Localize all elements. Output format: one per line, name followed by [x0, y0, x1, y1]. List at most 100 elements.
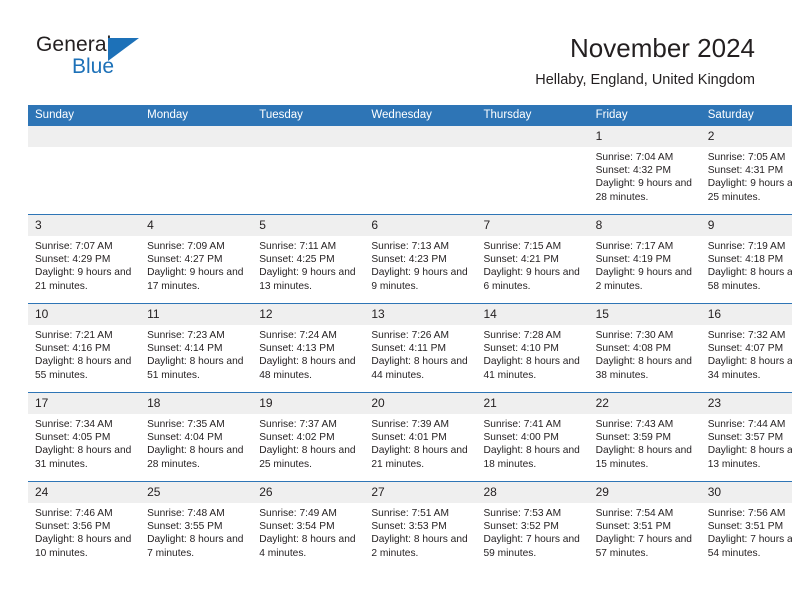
calendar-day-cell[interactable]: 30 Sunrise: 7:56 AM Sunset: 3:51 PM Dayligh…: [700, 481, 792, 570]
day-number: 23: [700, 393, 792, 414]
day-number: [252, 126, 365, 147]
calendar-day-cell[interactable]: 15 Sunrise: 7:30 AM Sunset: 4:08 PM Dayligh…: [588, 303, 701, 393]
day-cell-inner: 6 Sunrise: 7:13 AM Sunset: 4:23 PM Daylight…: [364, 215, 477, 303]
day-sun-info: Sunrise: 7:09 AM Sunset: 4:27 PM Daylight:…: [140, 236, 252, 293]
calendar-day-cell[interactable]: 17 Sunrise: 7:34 AM Sunset: 4:05 PM Dayligh…: [28, 392, 141, 482]
day-number: 13: [364, 304, 477, 325]
day-number: 21: [476, 393, 589, 414]
calendar-day-cell[interactable]: 16 Sunrise: 7:32 AM Sunset: 4:07 PM Dayligh…: [700, 303, 792, 393]
calendar-day-cell[interactable]: 3 Sunrise: 7:07 AM Sunset: 4:29 PM Daylight…: [28, 214, 141, 304]
daylight-text: Daylight: 8 hours and 18 minutes.: [483, 445, 580, 470]
daylight-text: Daylight: 7 hours and 59 minutes.: [483, 534, 580, 559]
day-number: 22: [588, 393, 701, 414]
calendar-day-cell[interactable]: 11 Sunrise: 7:23 AM Sunset: 4:14 PM Dayligh…: [140, 303, 253, 393]
sunrise-text: Sunrise: 7:17 AM: [595, 241, 674, 252]
calendar-day-cell[interactable]: 6 Sunrise: 7:13 AM Sunset: 4:23 PM Daylight…: [364, 214, 477, 304]
calendar-page: General Blue November 2024 Hellaby, Engl…: [0, 0, 792, 612]
calendar-day-cell[interactable]: 21 Sunrise: 7:41 AM Sunset: 4:00 PM Dayligh…: [476, 392, 589, 482]
day-number: 4: [140, 215, 253, 236]
day-sun-info: Sunrise: 7:05 AM Sunset: 4:31 PM Daylight:…: [701, 147, 792, 204]
calendar-day-cell[interactable]: 13 Sunrise: 7:26 AM Sunset: 4:11 PM Dayligh…: [364, 303, 477, 393]
day-cell-inner: 12 Sunrise: 7:24 AM Sunset: 4:13 PM Dayligh…: [252, 304, 365, 392]
calendar-week-row: 3 Sunrise: 7:07 AM Sunset: 4:29 PM Daylight…: [28, 214, 792, 304]
sunset-text: Sunset: 4:11 PM: [371, 343, 446, 355]
calendar-day-cell[interactable]: 9 Sunrise: 7:19 AM Sunset: 4:18 PM Daylight…: [700, 214, 792, 304]
day-number: [140, 126, 253, 147]
sunrise-text: Sunrise: 7:32 AM: [707, 330, 786, 341]
calendar-day-cell[interactable]: 23 Sunrise: 7:44 AM Sunset: 3:57 PM Dayligh…: [700, 392, 792, 482]
daylight-text: Daylight: 8 hours and 38 minutes.: [595, 356, 692, 381]
daylight-text: Daylight: 8 hours and 51 minutes.: [147, 356, 244, 381]
day-sun-info: Sunrise: 7:43 AM Sunset: 3:59 PM Daylight:…: [589, 414, 701, 471]
calendar-day-cell-empty: [252, 126, 365, 215]
sunset-text: Sunset: 3:51 PM: [595, 521, 671, 533]
sunset-text: Sunset: 4:23 PM: [371, 254, 447, 266]
sunrise-text: Sunrise: 7:19 AM: [707, 241, 786, 252]
calendar-day-cell[interactable]: 8 Sunrise: 7:17 AM Sunset: 4:19 PM Daylight…: [588, 214, 701, 304]
sunrise-text: Sunrise: 7:35 AM: [147, 419, 225, 430]
day-cell-inner: 4 Sunrise: 7:09 AM Sunset: 4:27 PM Daylight…: [140, 215, 253, 303]
sunrise-text: Sunrise: 7:09 AM: [147, 241, 225, 252]
sunrise-text: Sunrise: 7:56 AM: [707, 508, 786, 519]
day-cell-inner: 29 Sunrise: 7:54 AM Sunset: 3:51 PM Dayligh…: [588, 482, 701, 570]
sunset-text: Sunset: 3:53 PM: [371, 521, 447, 533]
calendar-day-cell[interactable]: 24 Sunrise: 7:46 AM Sunset: 3:56 PM Dayligh…: [28, 481, 141, 570]
calendar-day-cell[interactable]: 2 Sunrise: 7:05 AM Sunset: 4:31 PM Daylight…: [700, 126, 792, 215]
daylight-text: Daylight: 8 hours and 28 minutes.: [147, 445, 244, 470]
daylight-text: Daylight: 8 hours and 4 minutes.: [259, 534, 356, 559]
day-sun-info: Sunrise: 7:37 AM Sunset: 4:02 PM Daylight:…: [252, 414, 364, 471]
day-cell-inner: 19 Sunrise: 7:37 AM Sunset: 4:02 PM Dayligh…: [252, 393, 365, 481]
daylight-text: Daylight: 8 hours and 15 minutes.: [595, 445, 692, 470]
calendar-day-cell[interactable]: 5 Sunrise: 7:11 AM Sunset: 4:25 PM Daylight…: [252, 214, 365, 304]
calendar-day-cell[interactable]: 19 Sunrise: 7:37 AM Sunset: 4:02 PM Dayligh…: [252, 392, 365, 482]
sunrise-text: Sunrise: 7:30 AM: [595, 330, 674, 341]
day-cell-inner: 24 Sunrise: 7:46 AM Sunset: 3:56 PM Dayligh…: [28, 482, 141, 570]
calendar-day-cell[interactable]: 1 Sunrise: 7:04 AM Sunset: 4:32 PM Daylight…: [588, 126, 701, 215]
day-sun-info: Sunrise: 7:51 AM Sunset: 3:53 PM Daylight:…: [364, 503, 476, 560]
day-cell-inner: 13 Sunrise: 7:26 AM Sunset: 4:11 PM Dayligh…: [364, 304, 477, 392]
daylight-text: Daylight: 8 hours and 58 minutes.: [707, 267, 792, 292]
sunrise-text: Sunrise: 7:26 AM: [371, 330, 449, 341]
general-blue-logo[interactable]: General Blue: [36, 33, 166, 81]
day-sun-info: Sunrise: 7:23 AM Sunset: 4:14 PM Daylight:…: [140, 325, 252, 382]
calendar-day-cell[interactable]: 7 Sunrise: 7:15 AM Sunset: 4:21 PM Daylight…: [476, 214, 589, 304]
daylight-text: Daylight: 8 hours and 21 minutes.: [371, 445, 468, 470]
sunrise-sunset-calendar: Sunday Monday Tuesday Wednesday Thursday…: [28, 105, 792, 570]
daylight-text: Daylight: 9 hours and 21 minutes.: [35, 267, 132, 292]
calendar-day-cell[interactable]: 20 Sunrise: 7:39 AM Sunset: 4:01 PM Dayligh…: [364, 392, 477, 482]
day-cell-inner: [28, 126, 141, 214]
sunset-text: Sunset: 4:32 PM: [595, 165, 671, 177]
calendar-day-cell[interactable]: 22 Sunrise: 7:43 AM Sunset: 3:59 PM Dayligh…: [588, 392, 701, 482]
calendar-day-cell[interactable]: 26 Sunrise: 7:49 AM Sunset: 3:54 PM Dayligh…: [252, 481, 365, 570]
day-cell-inner: 30 Sunrise: 7:56 AM Sunset: 3:51 PM Dayligh…: [700, 482, 792, 570]
day-number: 12: [252, 304, 365, 325]
calendar-week-row: 24 Sunrise: 7:46 AM Sunset: 3:56 PM Dayligh…: [28, 481, 792, 570]
calendar-day-cell[interactable]: 25 Sunrise: 7:48 AM Sunset: 3:55 PM Dayligh…: [140, 481, 253, 570]
day-sun-info: Sunrise: 7:24 AM Sunset: 4:13 PM Daylight:…: [252, 325, 364, 382]
day-number: [476, 126, 589, 147]
day-sun-info: Sunrise: 7:41 AM Sunset: 4:00 PM Daylight:…: [477, 414, 589, 471]
calendar-day-cell[interactable]: 28 Sunrise: 7:53 AM Sunset: 3:52 PM Dayligh…: [476, 481, 589, 570]
calendar-day-cell[interactable]: 14 Sunrise: 7:28 AM Sunset: 4:10 PM Dayligh…: [476, 303, 589, 393]
sunrise-text: Sunrise: 7:44 AM: [707, 419, 786, 430]
daylight-text: Daylight: 8 hours and 41 minutes.: [483, 356, 580, 381]
sunrise-text: Sunrise: 7:51 AM: [371, 508, 449, 519]
day-sun-info: Sunrise: 7:28 AM Sunset: 4:10 PM Daylight:…: [477, 325, 589, 382]
calendar-day-cell[interactable]: 12 Sunrise: 7:24 AM Sunset: 4:13 PM Dayligh…: [252, 303, 365, 393]
day-number: 5: [252, 215, 365, 236]
day-sun-info: Sunrise: 7:46 AM Sunset: 3:56 PM Daylight:…: [28, 503, 140, 560]
calendar-day-cell[interactable]: 10 Sunrise: 7:21 AM Sunset: 4:16 PM Dayligh…: [28, 303, 141, 393]
calendar-day-cell[interactable]: 27 Sunrise: 7:51 AM Sunset: 3:53 PM Dayligh…: [364, 481, 477, 570]
day-cell-inner: [140, 126, 253, 214]
daylight-text: Daylight: 8 hours and 55 minutes.: [35, 356, 132, 381]
calendar-day-cell[interactable]: 4 Sunrise: 7:09 AM Sunset: 4:27 PM Daylight…: [140, 214, 253, 304]
day-number: [28, 126, 141, 147]
day-number: 15: [588, 304, 701, 325]
calendar-day-cell[interactable]: 18 Sunrise: 7:35 AM Sunset: 4:04 PM Dayligh…: [140, 392, 253, 482]
weekday-header-saturday: Saturday: [700, 105, 792, 126]
day-number: 20: [364, 393, 477, 414]
calendar-day-cell-empty: [364, 126, 477, 215]
calendar-day-cell[interactable]: 29 Sunrise: 7:54 AM Sunset: 3:51 PM Dayligh…: [588, 481, 701, 570]
calendar-day-cell-empty: [140, 126, 253, 215]
sunset-text: Sunset: 4:31 PM: [707, 165, 784, 177]
